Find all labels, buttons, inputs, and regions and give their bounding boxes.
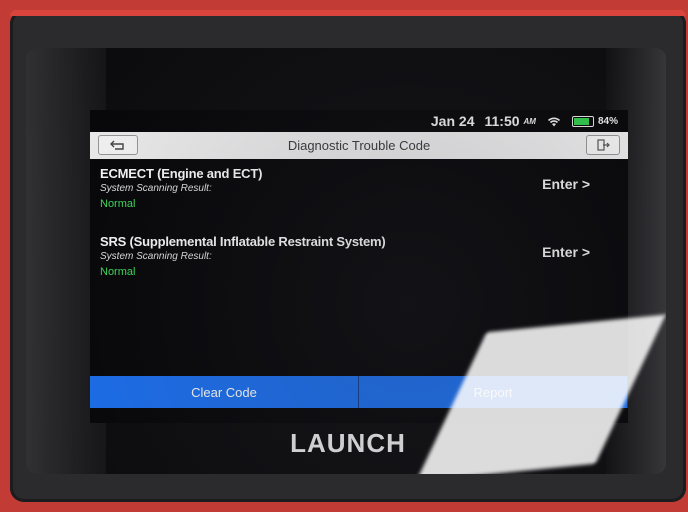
enter-button-srs[interactable]: Enter > [542,244,590,260]
scan-tool-device: Jan 24 11:50 AM 84% Diagnostic Trouble C… [10,10,686,502]
status-ampm: AM [523,116,536,126]
back-arrow-icon [110,140,124,150]
brand-logo: LAUNCH [290,428,406,458]
status-date: Jan 24 [430,113,475,129]
exit-button[interactable] [586,135,620,155]
exit-icon [597,139,610,151]
battery-icon [571,115,594,127]
title-bar: Diagnostic Trouble Code [90,132,628,159]
battery-indicator: 84% [571,115,618,127]
status-bar: Jan 24 11:50 AM 84% [90,110,628,132]
system-scan-status: Normal [100,198,136,210]
battery-fill [573,117,590,125]
clear-code-button[interactable]: Clear Code [90,376,359,408]
enter-button-ecmect[interactable]: Enter > [542,176,590,192]
system-item-ecmect[interactable]: ECMECT (Engine and ECT) System Scanning … [100,166,620,228]
battery-percent: 84% [597,115,618,127]
back-button[interactable] [98,135,138,155]
page-title: Diagnostic Trouble Code [287,138,431,153]
wifi-icon [547,117,561,127]
status-time: 11:50 [484,113,520,129]
device-edge [10,10,686,16]
system-scan-status: Normal [100,266,136,278]
device-screen: Jan 24 11:50 AM 84% Diagnostic Trouble C… [26,48,666,474]
system-item-srs[interactable]: SRS (Supplemental Inflatable Restraint S… [100,234,620,296]
